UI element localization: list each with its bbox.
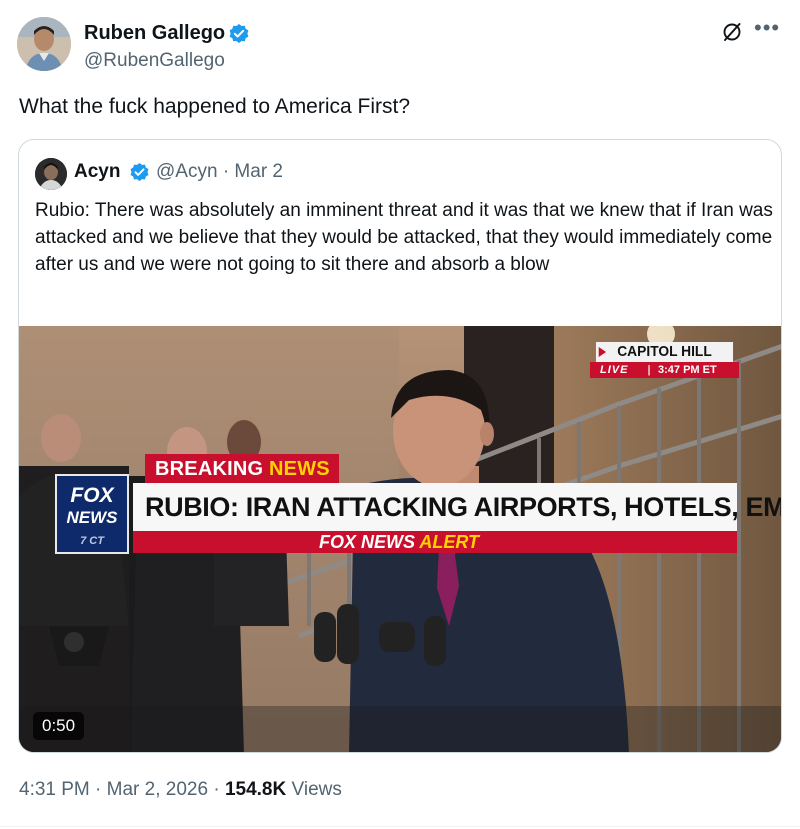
meta-separator: · bbox=[222, 161, 230, 182]
logo-news: NEWS bbox=[66, 508, 118, 527]
tweet-footer: 4:31 PM · Mar 2, 2026 · 154.8K Views bbox=[19, 779, 342, 801]
author-handle[interactable]: @RubenGallego bbox=[84, 50, 225, 72]
quoted-avatar[interactable] bbox=[35, 158, 67, 190]
alert-brand: FOX NEWS bbox=[319, 532, 420, 552]
verified-badge-icon bbox=[130, 162, 149, 182]
author-avatar[interactable] bbox=[17, 17, 71, 71]
quoted-meta: @Acyn · Mar 2 bbox=[156, 161, 283, 183]
fox-news-alert: FOX NEWS ALERT bbox=[319, 532, 479, 552]
post-time[interactable]: 4:31 PM bbox=[19, 779, 90, 800]
quoted-author-name[interactable]: Acyn bbox=[74, 161, 120, 183]
logo-time: 7 CT bbox=[80, 535, 104, 547]
quoted-tweet[interactable]: Acyn @Acyn · Mar 2 Rubio: There was abso… bbox=[18, 139, 782, 753]
live-separator: | bbox=[647, 364, 651, 376]
footer-separator: · bbox=[89, 779, 107, 800]
play-triangle-icon bbox=[598, 347, 607, 357]
quoted-handle[interactable]: @Acyn bbox=[156, 161, 218, 182]
post-date[interactable]: Mar 2, 2026 bbox=[107, 779, 208, 800]
logo-fox: FOX bbox=[70, 484, 114, 507]
live-time: 3:47 PM ET bbox=[658, 364, 717, 376]
quoted-text: Rubio: There was absolutely an imminent … bbox=[35, 200, 773, 275]
live-label: LIVE bbox=[600, 364, 629, 376]
breaking-news-label: BREAKING NEWS bbox=[145, 454, 339, 484]
grok-icon[interactable] bbox=[720, 20, 744, 44]
more-icon[interactable]: ••• bbox=[754, 17, 780, 44]
author-name[interactable]: Ruben Gallego bbox=[84, 22, 225, 45]
location-label: CAPITOL HILL bbox=[617, 343, 712, 360]
verified-badge-icon bbox=[229, 24, 249, 43]
quoted-date[interactable]: Mar 2 bbox=[234, 161, 283, 182]
views-label: Views bbox=[286, 779, 342, 800]
video-duration: 0:50 bbox=[33, 712, 85, 740]
chyron-headline: RUBIO: IRAN ATTACKING AIRPORTS, HOTELS, … bbox=[133, 483, 781, 531]
alert-word: ALERT bbox=[419, 532, 480, 552]
divider bbox=[0, 826, 800, 827]
video-player[interactable]: CAPITOL HILL LIVE | 3:47 PM ET BREAKING … bbox=[19, 326, 781, 752]
tweet-text: What the fuck happened to America First? bbox=[19, 95, 411, 118]
location-bug: CAPITOL HILL LIVE | 3:47 PM ET bbox=[590, 342, 739, 379]
breaking-word: BREAKING bbox=[155, 458, 270, 480]
views-count[interactable]: 154.8K bbox=[225, 779, 286, 800]
tweet: Ruben Gallego @RubenGallego ••• What the… bbox=[0, 0, 800, 829]
fox-news-logo: FOX NEWS 7 CT bbox=[55, 474, 129, 554]
footer-separator: · bbox=[208, 779, 225, 800]
news-word: NEWS bbox=[269, 458, 330, 480]
